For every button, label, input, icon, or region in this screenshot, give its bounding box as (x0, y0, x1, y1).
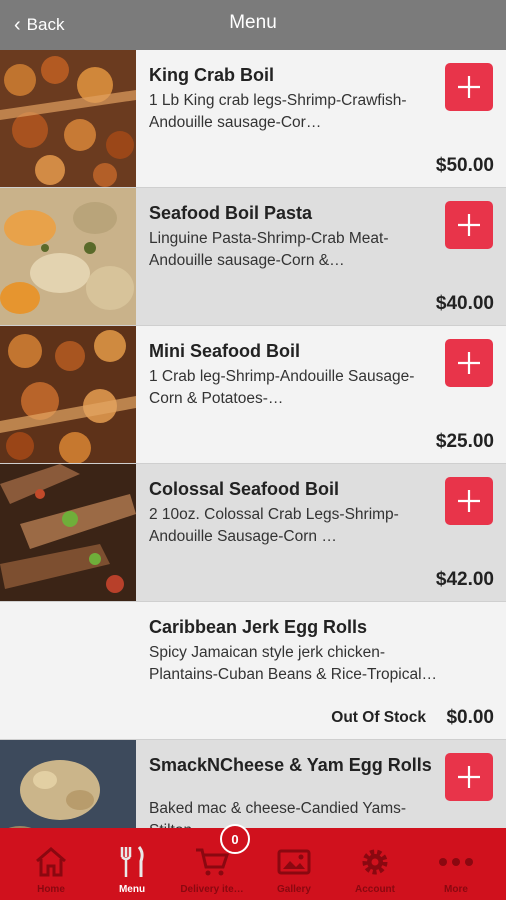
item-description: 2 10oz. Colossal Crab Legs-Shrimp-Andoui… (149, 506, 399, 545)
tab-more[interactable]: More (414, 828, 498, 900)
item-description: Linguine Pasta-Shrimp-Crab Meat-Andouill… (149, 230, 389, 269)
item-image (0, 50, 136, 187)
item-name: Mini Seafood Boil (149, 341, 300, 361)
item-image (0, 188, 136, 325)
item-image (0, 740, 136, 828)
tab-label: Menu (118, 884, 146, 895)
menu-list[interactable]: King Crab Boil 1 Lb King crab legs-Shrim… (0, 50, 506, 828)
tab-menu[interactable]: Menu (90, 828, 174, 900)
item-image (0, 326, 136, 463)
list-item[interactable]: King Crab Boil 1 Lb King crab legs-Shrim… (0, 50, 506, 188)
tab-label: More (444, 884, 468, 895)
list-item[interactable]: SmackNCheese & Yam Egg Rolls Baked mac &… (0, 740, 506, 828)
plus-icon (458, 76, 480, 98)
utensils-icon (120, 846, 144, 877)
plus-icon (458, 214, 480, 236)
tab-gallery[interactable]: Gallery (252, 828, 336, 900)
tab-label: Account (355, 884, 395, 895)
item-price: $50.00 (435, 155, 494, 176)
add-button[interactable] (445, 63, 493, 111)
out-of-stock-label: Out Of Stock (331, 709, 426, 726)
add-button[interactable] (445, 339, 493, 387)
tab-account[interactable]: Account (333, 828, 417, 900)
list-item[interactable]: Mini Seafood Boil 1 Crab leg-Shrimp-Ando… (0, 326, 506, 464)
item-description: Spicy Jamaican style jerk chicken-Planta… (149, 644, 422, 683)
add-button[interactable] (445, 753, 493, 801)
list-item[interactable]: Seafood Boil Pasta Linguine Pasta-Shrimp… (0, 188, 506, 326)
tab-label: Home (37, 884, 65, 895)
add-button[interactable] (445, 201, 493, 249)
add-button[interactable] (445, 477, 493, 525)
tab-label: Delivery ite… (180, 884, 244, 895)
home-icon (36, 847, 66, 877)
plus-icon (458, 490, 480, 512)
plus-icon (458, 352, 480, 374)
item-name: King Crab Boil (149, 65, 274, 85)
page-title: Menu (229, 12, 277, 33)
list-item[interactable]: Caribbean Jerk Egg Rolls Spicy Jamaican … (0, 602, 506, 740)
tab-delivery[interactable]: 0 Delivery ite… (170, 824, 254, 900)
item-price: $25.00 (435, 431, 494, 452)
item-description: 1 Lb King crab legs-Shrimp-Crawfish-Ando… (149, 92, 407, 131)
more-icon (439, 858, 473, 866)
cart-icon (196, 848, 230, 876)
tab-label: Gallery (277, 884, 311, 895)
top-bar: ‹ Back Menu (0, 0, 506, 50)
item-price: $0.00 (446, 707, 494, 728)
cart-count-badge: 0 (220, 824, 250, 854)
item-name: Seafood Boil Pasta (149, 203, 313, 223)
item-price: $42.00 (435, 569, 494, 590)
tab-bar: Home Menu 0 Delivery ite… Gallery Accoun… (0, 824, 506, 900)
item-name: Caribbean Jerk Egg Rolls (149, 617, 368, 637)
image-icon (277, 849, 311, 875)
item-name: SmackNCheese & Yam Egg Rolls (149, 755, 432, 775)
item-price: $40.00 (435, 293, 494, 314)
item-description: Baked mac & cheese-Candied Yams-Stilton … (149, 800, 407, 828)
plus-icon (458, 766, 480, 788)
item-image (0, 464, 136, 601)
gear-icon (362, 849, 388, 875)
item-description: 1 Crab leg-Shrimp-Andouille Sausage-Corn… (149, 368, 415, 407)
list-item[interactable]: Colossal Seafood Boil 2 10oz. Colossal C… (0, 464, 506, 602)
item-name: Colossal Seafood Boil (149, 479, 340, 499)
tab-home[interactable]: Home (9, 828, 93, 900)
